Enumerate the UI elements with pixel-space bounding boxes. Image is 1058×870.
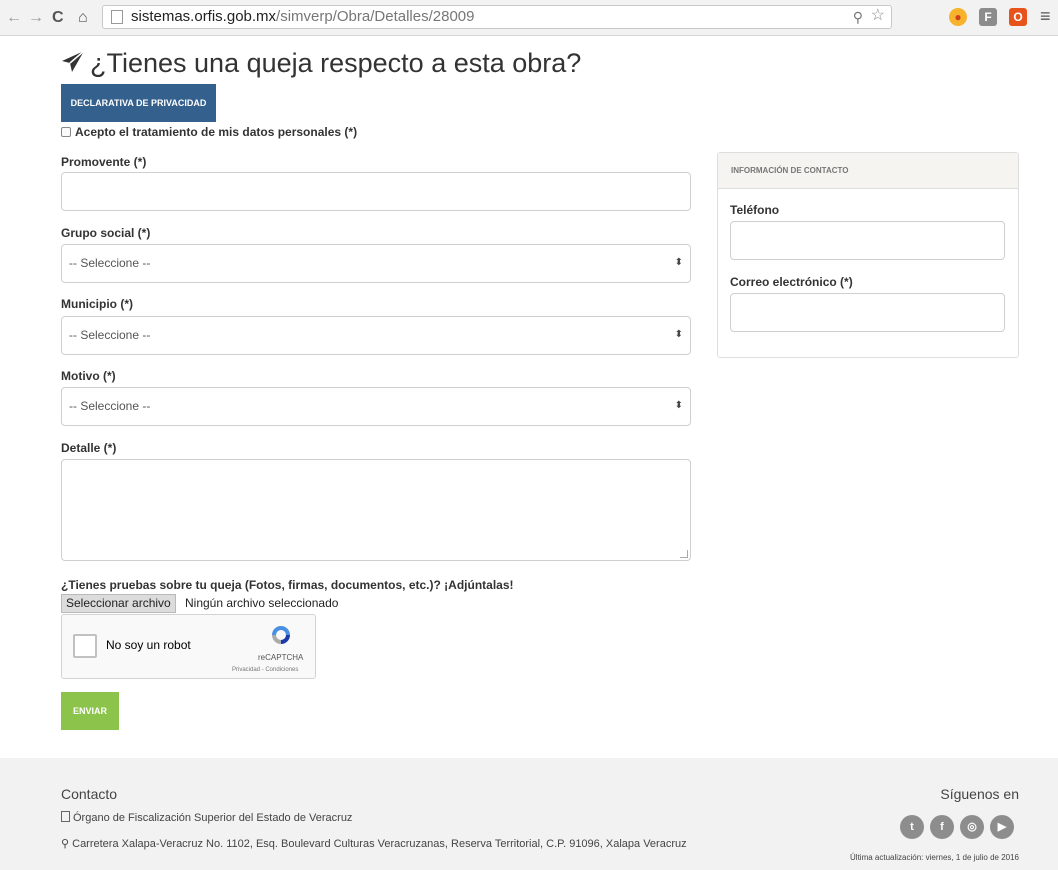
consent-row[interactable]: Acepto el tratamiento de mis datos perso… xyxy=(61,125,357,139)
municipio-value: -- Seleccione -- xyxy=(69,328,151,342)
contact-panel-heading: INFORMACIÓN DE CONTACTO xyxy=(718,153,1018,189)
back-arrow-icon[interactable]: ← xyxy=(6,9,22,27)
building-icon xyxy=(61,811,70,822)
footer-contact-title: Contacto xyxy=(61,786,118,802)
recaptcha-checkbox[interactable] xyxy=(73,634,97,658)
select-arrows-icon: ⬍ xyxy=(674,329,683,340)
twitter-icon[interactable]: t xyxy=(900,815,924,839)
motivo-label: Motivo (*) xyxy=(61,369,116,383)
address-bar[interactable]: sistemas.orfis.gob.mx/simverp/Obra/Detal… xyxy=(102,5,892,29)
footer-org: Órgano de Fiscalización Superior del Est… xyxy=(61,811,352,824)
recaptcha-brand: reCAPTCHA xyxy=(258,653,304,662)
footer-address-text: Carretera Xalapa-Veracruz No. 1102, Esq.… xyxy=(72,838,687,850)
browser-toolbar: ← → C ⌂ sistemas.orfis.gob.mx/simverp/Ob… xyxy=(0,0,1058,36)
reload-icon[interactable]: C xyxy=(52,9,64,27)
page-icon xyxy=(111,10,123,24)
consent-checkbox[interactable] xyxy=(61,127,71,137)
home-icon[interactable]: ⌂ xyxy=(78,9,88,27)
last-updated-text: Última actualización: viernes, 1 de juli… xyxy=(850,853,1019,862)
recaptcha-label: No soy un robot xyxy=(106,638,191,652)
recaptcha-links[interactable]: Privacidad - Condiciones xyxy=(232,667,298,673)
bookmark-star-icon[interactable]: ☆ xyxy=(871,5,885,27)
url-host: sistemas.orfis.gob.mx xyxy=(131,8,277,25)
municipio-label: Municipio (*) xyxy=(61,297,133,311)
detalle-textarea[interactable] xyxy=(61,459,691,561)
page-title: ¿Tienes una queja respecto a esta obra? xyxy=(60,48,581,79)
municipio-select[interactable]: -- Seleccione -- ⬍ xyxy=(61,316,691,355)
submit-button[interactable]: ENVIAR xyxy=(61,692,119,730)
select-arrows-icon: ⬍ xyxy=(674,400,683,411)
motivo-select[interactable]: -- Seleccione -- ⬍ xyxy=(61,387,691,426)
grupo-social-select[interactable]: -- Seleccione -- ⬍ xyxy=(61,244,691,283)
choose-file-button[interactable]: Seleccionar archivo xyxy=(61,594,176,613)
extension-f-icon[interactable]: F xyxy=(979,8,997,26)
instagram-icon[interactable]: ◎ xyxy=(960,815,984,839)
detalle-label: Detalle (*) xyxy=(61,441,117,455)
forward-arrow-icon[interactable]: → xyxy=(28,9,44,27)
paper-plane-icon xyxy=(62,50,85,72)
page-title-text: ¿Tienes una queja respecto a esta obra? xyxy=(90,48,582,78)
social-links: t f ◎ ▶ xyxy=(900,815,1020,839)
file-status-text: Ningún archivo seleccionado xyxy=(185,596,339,610)
recaptcha-logo-icon xyxy=(272,626,290,644)
url-path: /simverp/Obra/Detalles/28009 xyxy=(276,8,475,25)
follow-us-title: Síguenos en xyxy=(940,786,1019,802)
promovente-label: Promovente (*) xyxy=(61,155,147,169)
email-input[interactable] xyxy=(730,293,1005,332)
footer: Contacto Órgano de Fiscalización Superio… xyxy=(0,758,1058,870)
promovente-input[interactable] xyxy=(61,172,691,211)
extension-office-icon[interactable]: O xyxy=(1009,8,1027,26)
privacy-notice-button[interactable]: DECLARATIVA DE PRIVACIDAD xyxy=(61,84,216,122)
youtube-icon[interactable]: ▶ xyxy=(990,815,1014,839)
extension-fire-icon[interactable]: ● xyxy=(949,8,967,26)
consent-label: Acepto el tratamiento de mis datos perso… xyxy=(75,125,358,139)
motivo-value: -- Seleccione -- xyxy=(69,399,151,413)
facebook-icon[interactable]: f xyxy=(930,815,954,839)
grupo-social-value: -- Seleccione -- xyxy=(69,256,151,270)
map-marker-icon: ⚲ xyxy=(61,838,70,850)
menu-icon[interactable]: ≡ xyxy=(1040,6,1051,27)
grupo-social-label: Grupo social (*) xyxy=(61,226,151,240)
footer-address: ⚲ Carretera Xalapa-Veracruz No. 1102, Es… xyxy=(61,837,701,852)
footer-org-text: Órgano de Fiscalización Superior del Est… xyxy=(73,812,353,824)
zoom-icon[interactable]: ⚲ xyxy=(853,6,863,28)
email-label: Correo electrónico (*) xyxy=(730,275,853,289)
select-arrows-icon: ⬍ xyxy=(674,257,683,268)
phone-input[interactable] xyxy=(730,221,1005,260)
recaptcha-widget: No soy un robot reCAPTCHA Privacidad - C… xyxy=(61,614,316,679)
phone-label: Teléfono xyxy=(730,203,780,217)
attachment-label: ¿Tienes pruebas sobre tu queja (Fotos, f… xyxy=(61,578,514,592)
resize-handle-icon[interactable] xyxy=(680,550,688,558)
